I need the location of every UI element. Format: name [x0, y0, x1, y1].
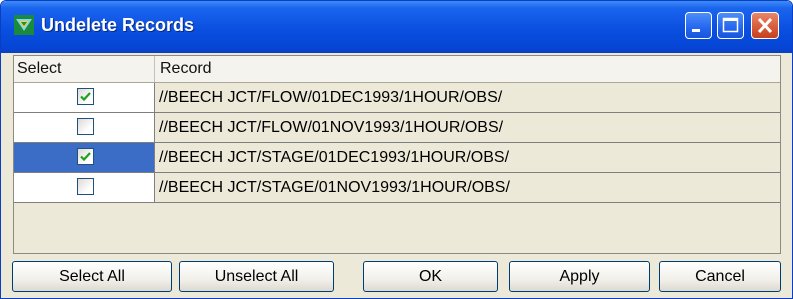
- close-icon: [757, 17, 773, 34]
- window-title: Undelete Records: [41, 15, 195, 35]
- row-checkbox[interactable]: [77, 178, 94, 195]
- table-header: Select Record: [14, 56, 780, 83]
- column-header-select[interactable]: Select: [14, 56, 155, 82]
- record-cell[interactable]: //BEECH JCT/STAGE/01DEC1993/1HOUR/OBS/: [155, 143, 780, 172]
- column-header-record[interactable]: Record: [155, 56, 780, 82]
- table-row[interactable]: //BEECH JCT/FLOW/01NOV1993/1HOUR/OBS/: [14, 113, 780, 143]
- table-row[interactable]: //BEECH JCT/STAGE/01DEC1993/1HOUR/OBS/: [14, 143, 780, 173]
- maximize-button[interactable]: [717, 12, 744, 39]
- ok-button[interactable]: OK: [363, 261, 498, 292]
- row-checkbox[interactable]: [77, 118, 94, 135]
- records-table: Select Record //BEECH JCT/FLOW/01DEC1993…: [13, 55, 781, 254]
- select-cell[interactable]: [14, 83, 155, 112]
- row-checkbox[interactable]: [77, 88, 94, 105]
- maximize-icon: [722, 17, 739, 33]
- select-cell[interactable]: [14, 143, 155, 172]
- record-cell[interactable]: //BEECH JCT/FLOW/01NOV1993/1HOUR/OBS/: [155, 113, 780, 142]
- table-row[interactable]: //BEECH JCT/FLOW/01DEC1993/1HOUR/OBS/: [14, 83, 780, 113]
- app-icon: [14, 15, 34, 35]
- select-cell[interactable]: [14, 113, 155, 142]
- cancel-button[interactable]: Cancel: [659, 261, 781, 292]
- table-row[interactable]: //BEECH JCT/STAGE/01NOV1993/1HOUR/OBS/: [14, 173, 780, 203]
- checkmark-icon: [80, 92, 91, 102]
- row-checkbox[interactable]: [77, 148, 94, 165]
- undelete-records-dialog: Undelete Records Select Record //BEECH J…: [0, 0, 793, 299]
- record-cell[interactable]: //BEECH JCT/FLOW/01DEC1993/1HOUR/OBS/: [155, 83, 780, 112]
- close-button[interactable]: [751, 12, 779, 39]
- record-cell[interactable]: //BEECH JCT/STAGE/01NOV1993/1HOUR/OBS/: [155, 173, 780, 202]
- unselect-all-button[interactable]: Unselect All: [179, 261, 334, 292]
- title-bar[interactable]: Undelete Records: [1, 1, 792, 53]
- minimize-icon: [692, 29, 700, 32]
- select-all-button[interactable]: Select All: [12, 261, 172, 292]
- minimize-button[interactable]: [685, 12, 712, 39]
- select-cell[interactable]: [14, 173, 155, 202]
- apply-button[interactable]: Apply: [509, 261, 650, 292]
- checkmark-icon: [80, 152, 91, 162]
